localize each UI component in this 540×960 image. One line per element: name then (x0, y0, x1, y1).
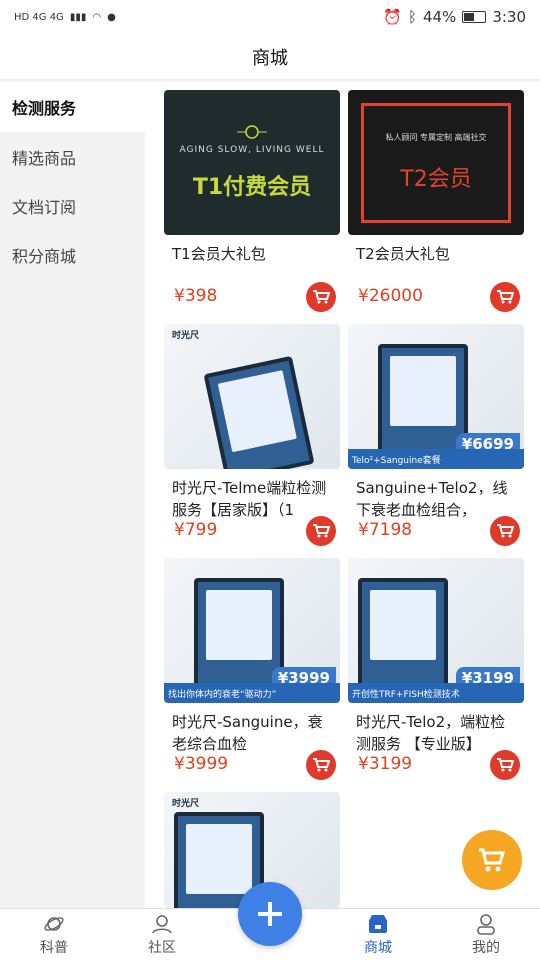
thumb-tag: 私人顾问 专属定制 高端社交 (385, 133, 487, 142)
tab-label: 社区 (148, 939, 176, 956)
product-price: ¥799 (174, 520, 218, 540)
store-icon (369, 914, 387, 933)
battery-icon (462, 11, 487, 23)
thumb-title: T1付费会员 (192, 174, 312, 200)
sidebar-item-label: 精选商品 (12, 148, 77, 168)
community-icon (152, 914, 172, 933)
clipboard-image (194, 578, 284, 688)
product-name: 时光尺-Telme端粒检测服务【居家版】（1 (172, 479, 327, 519)
add-to-cart-button[interactable] (306, 516, 336, 546)
planet-icon (44, 916, 64, 931)
thumb-band: 找出你体内的衰老“驱动力” (164, 683, 340, 703)
cart-icon (497, 758, 514, 772)
signal-icon: ▮▮▮ (69, 11, 87, 23)
battery-text: 44% (422, 8, 457, 26)
cart-icon (479, 848, 506, 872)
product-image: AGING SLOW, LIVING WELL T1付费会员 (164, 90, 340, 235)
add-to-cart-button[interactable] (490, 516, 520, 546)
thumb-band: 开创性TRF+FISH检测技术 (348, 683, 524, 703)
tab-science[interactable]: 科普 (0, 909, 108, 960)
thumb-brand: 时光尺 (172, 331, 200, 341)
product-card[interactable]: 时光尺 时光尺-Telme端粒检测服务【居家版】（1 ¥799 (164, 324, 340, 550)
alarm-icon: ⏰ (383, 8, 402, 26)
thumb-tag: AGING SLOW, LIVING WELL (179, 144, 325, 155)
clipboard-image (378, 344, 468, 454)
product-image: ¥3199 开创性TRF+FISH检测技术 (348, 558, 524, 703)
profile-icon (477, 913, 495, 935)
sidebar-item-label: 检测服务 (12, 99, 77, 118)
tab-label: 科普 (40, 939, 68, 956)
product-price: ¥398 (174, 286, 218, 306)
page-title: 商城 (252, 47, 288, 69)
product-grid: AGING SLOW, LIVING WELL T1付费会员 T1会员大礼包 ¥… (145, 82, 540, 908)
thumb-brand: 时光尺 (172, 799, 200, 809)
sidebar-item-label: 文档订阅 (12, 197, 77, 217)
product-image: 私人顾问 专属定制 高端社交 T2会员 (348, 90, 524, 235)
message-icon: ● (107, 11, 116, 23)
product-card[interactable]: ¥6699 Telo²+Sanguine套餐 Sanguine+Telo2，线下… (348, 324, 524, 550)
product-image: ¥6699 Telo²+Sanguine套餐 (348, 324, 524, 469)
tab-label: 我的 (472, 939, 500, 956)
sidebar-item-points[interactable]: 积分商城 (0, 230, 145, 279)
clipboard-image (358, 578, 448, 688)
product-card[interactable]: ¥3999 找出你体内的衰老“驱动力” 时光尺-Sanguine，衰老综合血检 … (164, 558, 340, 784)
thumb-title: T2会员 (400, 167, 472, 192)
product-name: Sanguine+Telo2，线下衰老血检组合， (356, 479, 508, 519)
sidebar-item-label: 积分商城 (12, 246, 77, 266)
add-button[interactable] (238, 882, 302, 946)
wifi-icon: ◠ (92, 11, 102, 23)
logo-icon (237, 124, 267, 139)
test-kit-image (203, 355, 315, 469)
product-price: ¥26000 (358, 286, 423, 306)
add-to-cart-button[interactable] (306, 282, 336, 312)
cart-fab-button[interactable] (462, 830, 522, 890)
product-card[interactable]: AGING SLOW, LIVING WELL T1付费会员 T1会员大礼包 ¥… (164, 90, 340, 316)
sidebar-item-docs[interactable]: 文档订阅 (0, 181, 145, 230)
cart-icon (313, 524, 330, 538)
tab-label: 商城 (364, 939, 392, 956)
status-right: ⏰ ᛒ 44% 3:30 (383, 8, 526, 26)
bluetooth-icon: ᛒ (407, 8, 417, 26)
product-card[interactable]: 私人顾问 专属定制 高端社交 T2会员 T2会员大礼包 ¥26000 (348, 90, 524, 316)
product-card[interactable]: ¥3199 开创性TRF+FISH检测技术 时光尺-Telo2，端粒检测服务 【… (348, 558, 524, 784)
clock: 3:30 (492, 8, 526, 26)
cart-icon (313, 290, 330, 304)
cart-icon (497, 524, 514, 538)
product-price: ¥3999 (174, 754, 229, 774)
product-price: ¥3199 (358, 754, 413, 774)
product-name: T1会员大礼包 (172, 245, 266, 263)
product-image: ¥3999 找出你体内的衰老“驱动力” (164, 558, 340, 703)
add-to-cart-button[interactable] (490, 282, 520, 312)
status-left: HD 4G 4G ▮▮▮ ◠ ● (14, 12, 116, 23)
product-name: 时光尺-Sanguine，衰老综合血检 (172, 713, 323, 753)
tab-profile[interactable]: 我的 (432, 909, 540, 960)
sidebar-item-testing[interactable]: 检测服务 (0, 82, 145, 132)
add-to-cart-button[interactable] (490, 750, 520, 780)
thumb-band: Telo²+Sanguine套餐 (348, 449, 524, 469)
category-sidebar: 检测服务 精选商品 文档订阅 积分商城 (0, 82, 145, 908)
plus-icon (258, 902, 282, 926)
tab-mall[interactable]: 商城 (324, 909, 432, 960)
tab-community[interactable]: 社区 (108, 909, 216, 960)
status-bar: HD 4G 4G ▮▮▮ ◠ ● ⏰ ᛒ 44% 3:30 (0, 0, 540, 34)
product-price: ¥7198 (358, 520, 413, 540)
page-header: 商城 (0, 34, 540, 80)
cart-icon (313, 758, 330, 772)
product-image: 时光尺 (164, 324, 340, 469)
add-to-cart-button[interactable] (306, 750, 336, 780)
product-name: T2会员大礼包 (356, 245, 450, 263)
sidebar-item-selected[interactable]: 精选商品 (0, 132, 145, 181)
product-name: 时光尺-Telo2，端粒检测服务 【专业版】 (356, 713, 506, 753)
cart-icon (497, 290, 514, 304)
status-left-text: HD 4G 4G (14, 11, 64, 23)
